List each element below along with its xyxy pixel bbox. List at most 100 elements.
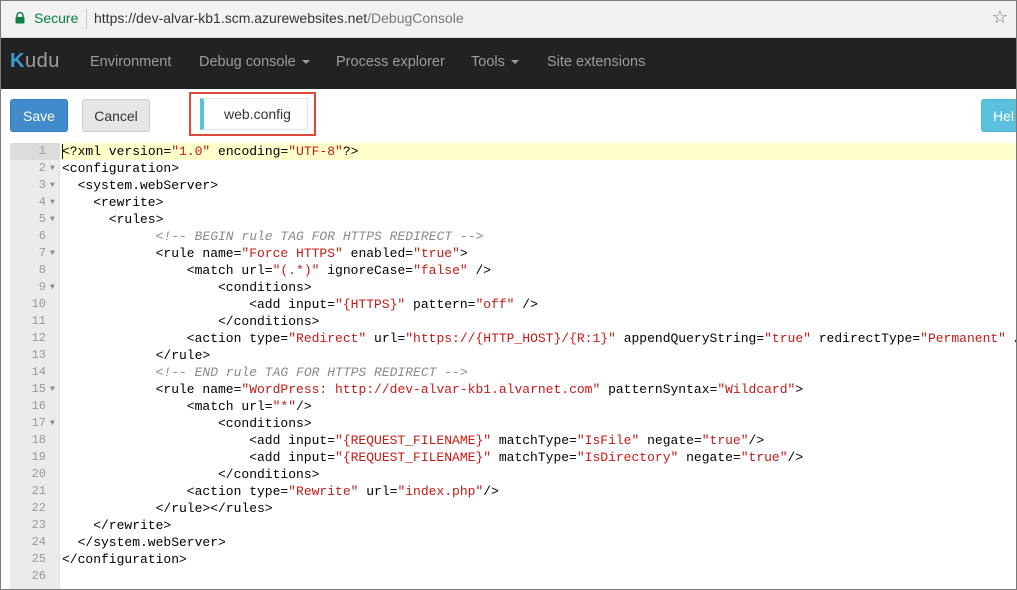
- attribute-value: "WordPress: http://dev-alvar-kb1.alvarne…: [241, 382, 601, 397]
- code-line: <conditions>: [218, 279, 312, 296]
- code-token: negate=: [639, 433, 702, 448]
- save-button[interactable]: Save: [10, 99, 68, 132]
- code-line: <rewrite>: [93, 194, 163, 211]
- code-token: />: [483, 484, 499, 499]
- line-number: 19: [31, 450, 46, 464]
- attribute-value: "https://{HTTP_HOST}/{R:1}": [405, 331, 616, 346]
- attribute-value: "(.*)": [272, 263, 320, 278]
- attribute-value: "true": [701, 433, 749, 448]
- fold-arrow-icon[interactable]: ▼: [50, 279, 55, 296]
- kudu-logo-k: K: [10, 50, 25, 72]
- code-token: <action type=: [186, 331, 289, 346]
- code-line: <action type="Rewrite" url="index.php"/>: [187, 483, 499, 500]
- code-line: <match url="*"/>: [187, 398, 312, 415]
- code-line: </rewrite>: [93, 517, 171, 534]
- code-token: </rule></rules>: [155, 501, 273, 516]
- code-token: ?>: [342, 144, 359, 159]
- fold-arrow-icon[interactable]: ▼: [50, 415, 55, 432]
- line-number: 24: [31, 535, 46, 549]
- code-token: <rewrite>: [93, 195, 164, 210]
- address-bar[interactable]: Secure https://dev-alvar-kb1.scm.azurewe…: [1, 1, 1016, 38]
- code-token: </conditions>: [218, 314, 320, 329]
- nav-tools[interactable]: Tools: [471, 54, 519, 70]
- attribute-value: "{HTTPS}": [335, 297, 406, 312]
- code-line: <rules>: [109, 211, 164, 228]
- line-number: 15: [31, 382, 46, 396]
- code-token: ignoreCase=: [319, 263, 414, 278]
- code-editor[interactable]: 1 2 ▼ 3 ▼ 4 ▼ 5 ▼ 6 7 ▼ 8 9 ▼ 10 11 12 13 14 15 ▼ 16 17 ▼ 18 19 20 2…: [10, 143, 1016, 589]
- kudu-navbar: Kudu Environment Debug console Process e…: [1, 38, 1016, 89]
- line-number: 12: [31, 331, 46, 345]
- line-number: 11: [31, 314, 46, 328]
- code-token: url=: [358, 484, 398, 499]
- code-line: <conditions>: [218, 415, 312, 432]
- text-cursor: [62, 144, 63, 159]
- line-number: 17: [31, 416, 46, 430]
- attribute-value: "true": [413, 246, 460, 261]
- help-button[interactable]: Hel: [981, 99, 1016, 132]
- kudu-logo-rest: udu: [24, 50, 60, 72]
- nav-environment[interactable]: Environment: [90, 54, 171, 70]
- code-text-area[interactable]: <?xml version="1.0" encoding="UTF-8"?> <c…: [60, 143, 1016, 589]
- fold-arrow-icon[interactable]: ▼: [50, 381, 55, 398]
- fold-arrow-icon[interactable]: ▼: [50, 160, 55, 177]
- nav-environment-label: Environment: [90, 54, 172, 70]
- line-number: 6: [38, 229, 46, 243]
- line-number: 22: [31, 501, 46, 515]
- code-token: <rules>: [108, 212, 164, 227]
- code-token: <action type=: [186, 484, 289, 499]
- line-number: 4: [38, 195, 46, 209]
- attribute-value: "true": [740, 450, 788, 465]
- code-token: </configuration>: [62, 552, 187, 567]
- code-token: </conditions>: [218, 467, 320, 482]
- code-token: <conditions>: [218, 416, 312, 431]
- url-base: https://dev-alvar-kb1.scm.azurewebsites.…: [94, 10, 368, 26]
- attribute-value: "UTF-8": [288, 144, 343, 159]
- code-line: <configuration>: [62, 160, 179, 177]
- line-number-gutter: 1 2 ▼ 3 ▼ 4 ▼ 5 ▼ 6 7 ▼ 8 9 ▼ 10 11 12 13 14 15 ▼ 16 17 ▼ 18 19 20 2…: [10, 143, 60, 589]
- url-path: /DebugConsole: [367, 10, 464, 26]
- line-number: 10: [31, 297, 46, 311]
- attribute-value: "Force HTTPS": [241, 246, 343, 261]
- code-token: appendQueryString=: [615, 331, 765, 346]
- nav-debug-console[interactable]: Debug console: [199, 54, 310, 70]
- bookmark-star-icon[interactable]: ☆: [992, 7, 1008, 28]
- attribute-value: "Rewrite": [288, 484, 359, 499]
- cancel-button[interactable]: Cancel: [82, 99, 150, 132]
- code-line: </rule>: [156, 347, 211, 364]
- attribute-value: "IsFile": [576, 433, 640, 448]
- nav-site-extensions[interactable]: Site extensions: [547, 54, 645, 70]
- attribute-value: "{REQUEST_FILENAME}": [335, 450, 492, 465]
- code-token: matchType=: [491, 450, 577, 465]
- line-number: 25: [31, 552, 46, 566]
- fold-arrow-icon[interactable]: ▼: [50, 245, 55, 262]
- line-number: 18: [31, 433, 46, 447]
- fold-arrow-icon[interactable]: ▼: [50, 177, 55, 194]
- attribute-value: "*": [272, 399, 297, 414]
- line-number: 5: [38, 212, 46, 226]
- code-line: <action type="Redirect" url="https://{HT…: [187, 330, 1016, 347]
- url-text[interactable]: https://dev-alvar-kb1.scm.azurewebsites.…: [94, 10, 464, 26]
- code-token: />: [514, 297, 538, 312]
- code-token: >: [459, 246, 468, 261]
- code-token: negate=: [678, 450, 741, 465]
- highlight-annotation-box: [189, 92, 316, 136]
- fold-arrow-icon[interactable]: ▼: [50, 194, 55, 211]
- code-line: <!-- BEGIN rule TAG FOR HTTPS REDIRECT -…: [156, 228, 484, 245]
- code-line: <?xml version="1.0" encoding="UTF-8"?>: [62, 143, 358, 160]
- fold-arrow-icon[interactable]: ▼: [50, 211, 55, 228]
- code-token: </system.webServer>: [77, 535, 226, 550]
- code-token: encoding=: [210, 144, 289, 159]
- code-token: patternSyntax=: [600, 382, 718, 397]
- code-token: <rule name=: [155, 246, 242, 261]
- code-token: redirectType=: [810, 331, 921, 346]
- code-token: <add input=: [249, 297, 336, 312]
- code-token: <system.webServer>: [77, 178, 219, 193]
- code-line: </conditions>: [218, 466, 319, 483]
- code-token: enabled=: [342, 246, 414, 261]
- attribute-value: "true": [764, 331, 811, 346]
- kudu-logo[interactable]: Kudu: [10, 50, 60, 73]
- browser-window: Secure https://dev-alvar-kb1.scm.azurewe…: [0, 0, 1017, 590]
- nav-process-explorer[interactable]: Process explorer: [336, 54, 445, 70]
- code-token: <configuration>: [62, 161, 180, 176]
